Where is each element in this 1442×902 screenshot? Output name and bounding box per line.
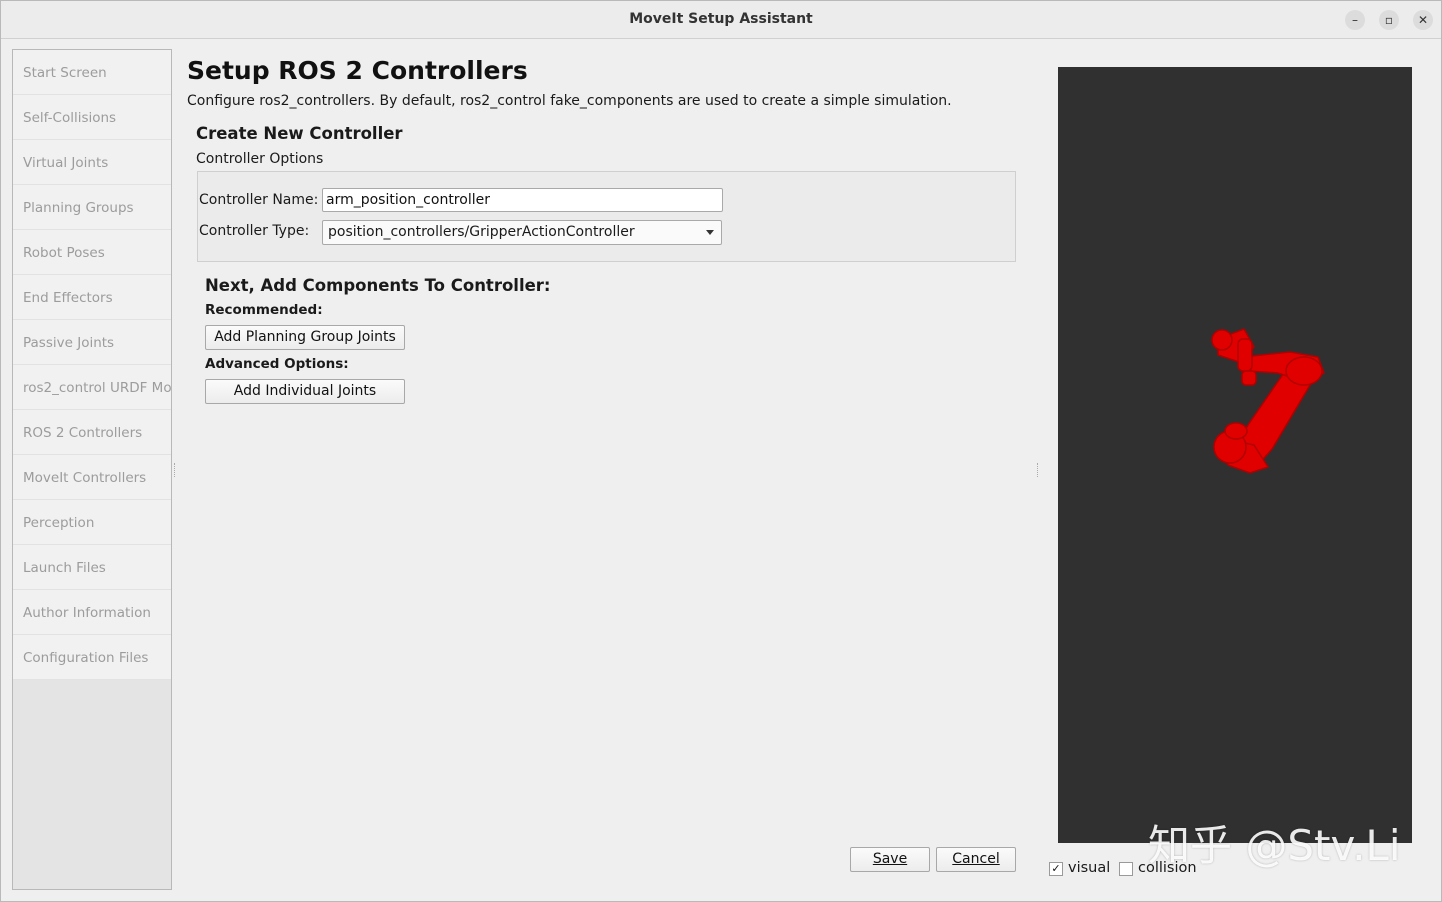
sidebar-item-virtual-joints[interactable]: Virtual Joints bbox=[13, 140, 171, 185]
sidebar-item-launch-files[interactable]: Launch Files bbox=[13, 545, 171, 590]
chevron-down-icon bbox=[706, 230, 714, 235]
robot-arm-model bbox=[1211, 328, 1325, 474]
save-button[interactable]: Save bbox=[850, 847, 930, 872]
sidebar-nav: Start Screen Self-Collisions Virtual Joi… bbox=[12, 49, 172, 890]
advanced-options-label: Advanced Options: bbox=[205, 356, 349, 372]
sidebar-item-robot-poses[interactable]: Robot Poses bbox=[13, 230, 171, 275]
robot-3d-viewer[interactable] bbox=[1058, 67, 1412, 843]
maximize-icon[interactable]: ▫ bbox=[1379, 10, 1399, 30]
sidebar-item-moveit-controllers[interactable]: MoveIt Controllers bbox=[13, 455, 171, 500]
sidebar-item-self-collisions[interactable]: Self-Collisions bbox=[13, 95, 171, 140]
left-splitter-handle[interactable] bbox=[174, 463, 177, 477]
sidebar-item-configuration-files[interactable]: Configuration Files bbox=[13, 635, 171, 680]
title-bar: MoveIt Setup Assistant – ▫ ✕ bbox=[1, 1, 1441, 39]
sidebar-item-planning-groups[interactable]: Planning Groups bbox=[13, 185, 171, 230]
minimize-icon[interactable]: – bbox=[1345, 10, 1365, 30]
watermark-text: 知乎 @Stv.Li bbox=[1148, 821, 1401, 870]
sidebar-item-end-effectors[interactable]: End Effectors bbox=[13, 275, 171, 320]
controller-name-input[interactable] bbox=[322, 188, 723, 212]
controller-options-group bbox=[197, 171, 1016, 262]
page-description: Configure ros2_controllers. By default, … bbox=[187, 93, 952, 109]
collision-checkbox[interactable] bbox=[1119, 862, 1133, 876]
controller-options-label: Controller Options bbox=[196, 151, 324, 167]
controller-type-label: Controller Type: bbox=[199, 223, 310, 239]
sidebar-item-ros2-controllers[interactable]: ROS 2 Controllers bbox=[13, 410, 171, 455]
sidebar-item-author-information[interactable]: Author Information bbox=[13, 590, 171, 635]
window-title: MoveIt Setup Assistant bbox=[629, 11, 813, 27]
create-controller-heading: Create New Controller bbox=[196, 124, 403, 143]
recommended-label: Recommended: bbox=[205, 302, 323, 318]
controller-type-select[interactable]: position_controllers/GripperActionContro… bbox=[322, 220, 722, 245]
sidebar-item-ros2-control-urdf[interactable]: ros2_control URDF Modifications bbox=[13, 365, 171, 410]
visual-checkbox[interactable]: ✓ bbox=[1049, 862, 1063, 876]
cancel-button[interactable]: Cancel bbox=[936, 847, 1016, 872]
sidebar-item-passive-joints[interactable]: Passive Joints bbox=[13, 320, 171, 365]
add-individual-joints-button[interactable]: Add Individual Joints bbox=[205, 379, 405, 404]
right-splitter-handle[interactable] bbox=[1037, 463, 1040, 477]
sidebar-item-perception[interactable]: Perception bbox=[13, 500, 171, 545]
visual-checkbox-label: visual bbox=[1068, 860, 1111, 876]
close-icon[interactable]: ✕ bbox=[1413, 10, 1433, 30]
add-components-heading: Next, Add Components To Controller: bbox=[205, 276, 551, 295]
controller-type-value: position_controllers/GripperActionContro… bbox=[328, 224, 635, 240]
controller-name-label: Controller Name: bbox=[199, 192, 319, 208]
page-title: Setup ROS 2 Controllers bbox=[187, 56, 528, 85]
sidebar-item-start-screen[interactable]: Start Screen bbox=[13, 50, 171, 95]
checkmark-icon: ✓ bbox=[1051, 862, 1061, 875]
add-planning-group-joints-button[interactable]: Add Planning Group Joints bbox=[205, 325, 405, 350]
